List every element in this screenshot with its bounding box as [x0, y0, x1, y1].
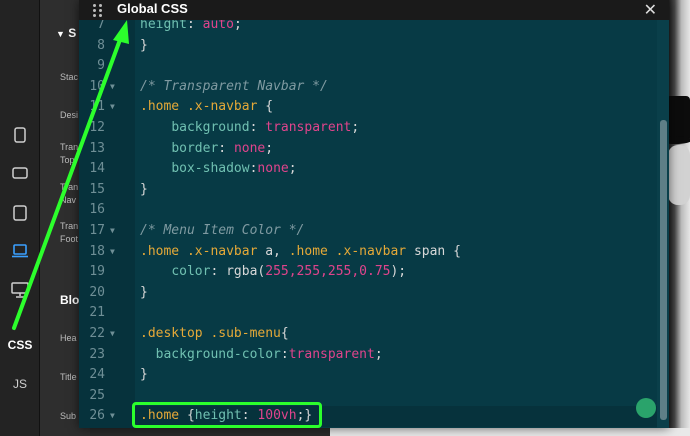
code-line[interactable]: 14 box-shadow:none; [79, 159, 657, 180]
code-text: /* Menu Item Color */ [140, 223, 305, 238]
panel-row-transparent-3: Tran [60, 221, 79, 231]
panel-row-design: Desi [60, 110, 79, 120]
fold-toggle-icon[interactable]: ▼ [110, 406, 115, 427]
highlight-box-annotation [132, 402, 322, 428]
fold-toggle-icon[interactable]: ▼ [110, 97, 115, 118]
fold-toggle-icon[interactable]: ▼ [110, 77, 115, 98]
code-text: } [140, 181, 148, 197]
panel-row-footer: Foot [60, 234, 79, 244]
code-text: color: rgba(255,255,255,0.75); [171, 264, 407, 280]
code-line[interactable]: 20} [79, 283, 657, 304]
code-text: } [140, 367, 148, 383]
line-number: 11 [89, 99, 105, 115]
code-line[interactable]: 8} [79, 36, 657, 57]
chevron-down-icon: ▼ [56, 29, 65, 39]
code-line[interactable]: 22 ▼ .desktop .sub-menu{ [79, 324, 657, 345]
code-text: .home .x-navbar a, .home .x-navbar span … [140, 243, 461, 259]
line-number: 25 [89, 387, 105, 403]
code-text: box-shadow:none; [171, 161, 297, 177]
window-title: Global CSS [117, 1, 188, 16]
code-line[interactable]: 13 border: none; [79, 139, 657, 160]
line-number: 9 [97, 58, 105, 74]
css-button[interactable]: CSS [0, 330, 40, 360]
panel-row-subtitle: Sub [60, 411, 77, 421]
line-number: 10 [89, 78, 105, 94]
line-number: 8 [97, 37, 105, 53]
panel-row-transparent: Tran [60, 142, 79, 152]
fold-toggle-icon[interactable]: ▼ [110, 324, 115, 345]
panel-section-header[interactable]: ▼ S [56, 26, 76, 40]
phone-view-icon[interactable] [0, 120, 40, 150]
line-number: 7 [97, 20, 105, 32]
code-line[interactable]: 15} [79, 180, 657, 201]
editor-scrollbar[interactable] [657, 20, 669, 428]
close-icon[interactable]: ✕ [644, 1, 657, 19]
code-text: border: none; [171, 140, 274, 156]
code-text: } [140, 37, 148, 53]
code-line[interactable]: 16 [79, 200, 657, 221]
laptop-view-icon[interactable] [0, 236, 40, 266]
desktop-view-icon[interactable] [0, 275, 40, 305]
line-number: 20 [89, 284, 105, 300]
panel-row-transparent-2: Tran [60, 182, 79, 192]
panel-row-stack: Stac [60, 72, 79, 82]
global-css-window: Global CSS ✕ 7 height: auto; 8} 9 10 ▼/* Tran… [79, 0, 669, 428]
panel-block-header: Blo [60, 293, 80, 307]
js-label: JS [12, 377, 27, 391]
line-number: 19 [89, 264, 105, 280]
code-line[interactable]: 18 ▼ .home .x-navbar a, .home .x-navbar sp… [79, 242, 657, 263]
window-titlebar[interactable]: Global CSS ✕ [79, 0, 669, 20]
status-indicator [636, 398, 656, 418]
line-number: 26 [89, 408, 105, 424]
code-line[interactable]: 12 background: transparent; [79, 118, 657, 139]
drag-handle-icon[interactable] [91, 2, 105, 18]
code-line[interactable]: 10 ▼ /* Transparent Navbar */ [79, 77, 657, 98]
code-editor[interactable]: 7 height: auto; 8} 9 10 ▼/* Transparent Navba… [79, 20, 669, 428]
tablet-view-icon[interactable] [0, 198, 40, 228]
code-line[interactable]: 21 [79, 303, 657, 324]
code-line[interactable]: 11 ▼ .home .x-navbar { [79, 97, 657, 118]
panel-row-header: Hea [60, 333, 77, 343]
code-line[interactable]: 23 background-color:transparent; [79, 345, 657, 366]
scrollbar-thumb[interactable] [660, 120, 667, 420]
code-line[interactable]: 7 height: auto; [79, 20, 657, 36]
line-number: 12 [89, 120, 105, 135]
code-text: /* Transparent Navbar */ [140, 78, 328, 94]
code-text: .desktop .sub-menu{ [140, 326, 289, 341]
fold-toggle-icon[interactable]: ▼ [110, 242, 115, 263]
code-text: .home .x-navbar { [140, 99, 274, 115]
line-number: 15 [89, 181, 105, 197]
code-line[interactable]: 24} [79, 365, 657, 386]
code-text: background: transparent; [171, 120, 360, 135]
line-number: 22 [89, 326, 105, 341]
code-text: height: auto; [140, 20, 242, 32]
line-number: 23 [89, 346, 105, 362]
fold-toggle-icon[interactable]: ▼ [110, 221, 115, 242]
line-number: 21 [89, 305, 105, 321]
code-text: } [140, 284, 148, 300]
line-number: 13 [89, 140, 105, 156]
code-text: background-color:transparent; [155, 346, 383, 362]
panel-row-nav: Nav [60, 195, 77, 205]
panel-row-title: Title [60, 372, 77, 382]
line-number: 16 [89, 202, 105, 218]
code-line[interactable]: 17 ▼ /* Menu Item Color */ [79, 221, 657, 242]
panel-row-top: Top [60, 155, 75, 165]
code-line[interactable]: 9 [79, 56, 657, 77]
phone-landscape-view-icon[interactable] [0, 158, 40, 188]
code-line[interactable]: 19 color: rgba(255,255,255,0.75); [79, 262, 657, 283]
line-number: 24 [89, 367, 105, 383]
css-label: CSS [7, 338, 33, 352]
line-number: 18 [89, 243, 105, 259]
page-bottom-strip [330, 428, 690, 436]
line-number: 17 [89, 223, 105, 238]
js-button[interactable]: JS [0, 369, 40, 399]
line-number: 14 [89, 161, 105, 177]
left-icon-rail: CSS JS [0, 0, 40, 436]
